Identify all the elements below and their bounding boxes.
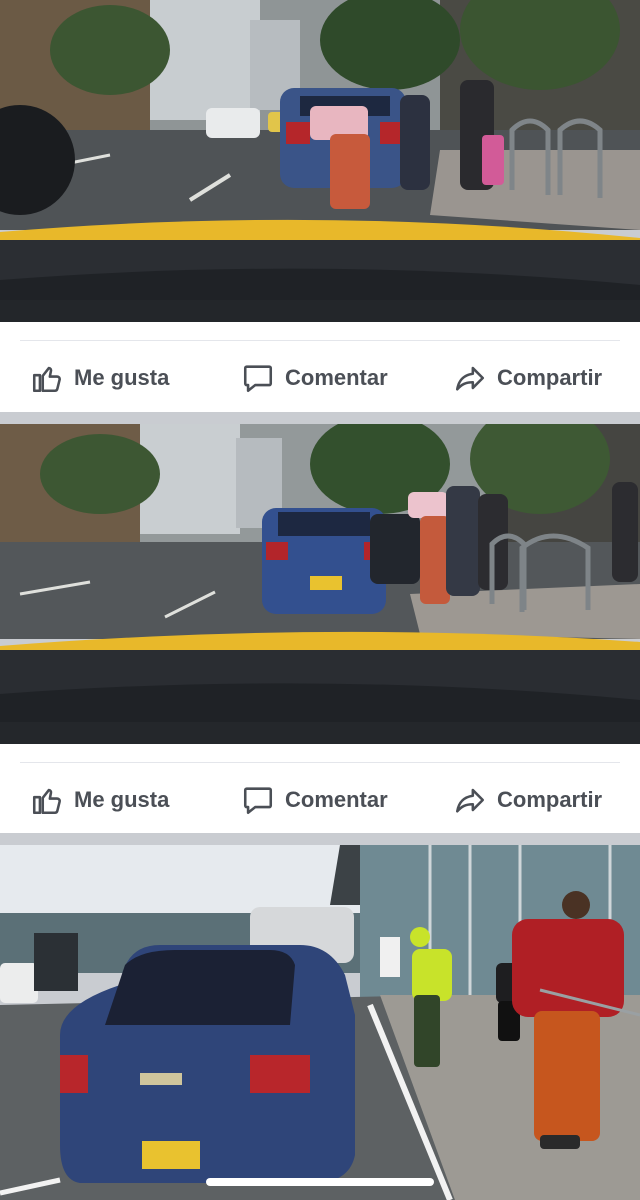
thumbs-up-icon bbox=[32, 788, 61, 815]
home-indicator[interactable] bbox=[206, 1178, 434, 1186]
comment-label: Comentar bbox=[285, 365, 388, 390]
post-separator bbox=[0, 412, 640, 424]
post-action-bar-1: Me gusta Comentar Compartir bbox=[0, 322, 640, 412]
like-label: Me gusta bbox=[74, 365, 170, 390]
like-label: Me gusta bbox=[74, 787, 170, 812]
comment-button[interactable]: Comentar bbox=[241, 358, 388, 398]
post-action-bar-2: Me gusta Comentar Compartir bbox=[0, 744, 640, 834]
share-arrow-icon bbox=[455, 366, 485, 391]
speech-bubble-icon bbox=[243, 365, 273, 393]
post-photo-3[interactable] bbox=[0, 845, 640, 1200]
post-separator bbox=[0, 833, 640, 845]
thumbs-up-icon bbox=[32, 366, 61, 393]
share-arrow-icon bbox=[455, 788, 485, 813]
share-label: Compartir bbox=[497, 787, 603, 812]
like-button[interactable]: Me gusta bbox=[30, 780, 169, 820]
like-button[interactable]: Me gusta bbox=[30, 358, 169, 398]
comment-label: Comentar bbox=[285, 787, 388, 812]
share-button[interactable]: Compartir bbox=[453, 358, 602, 398]
post-photo-2[interactable] bbox=[0, 424, 640, 744]
speech-bubble-icon bbox=[243, 787, 273, 815]
comment-button[interactable]: Comentar bbox=[241, 780, 388, 820]
share-label: Compartir bbox=[497, 365, 603, 390]
share-button[interactable]: Compartir bbox=[453, 780, 602, 820]
post-photo-1[interactable] bbox=[0, 0, 640, 322]
